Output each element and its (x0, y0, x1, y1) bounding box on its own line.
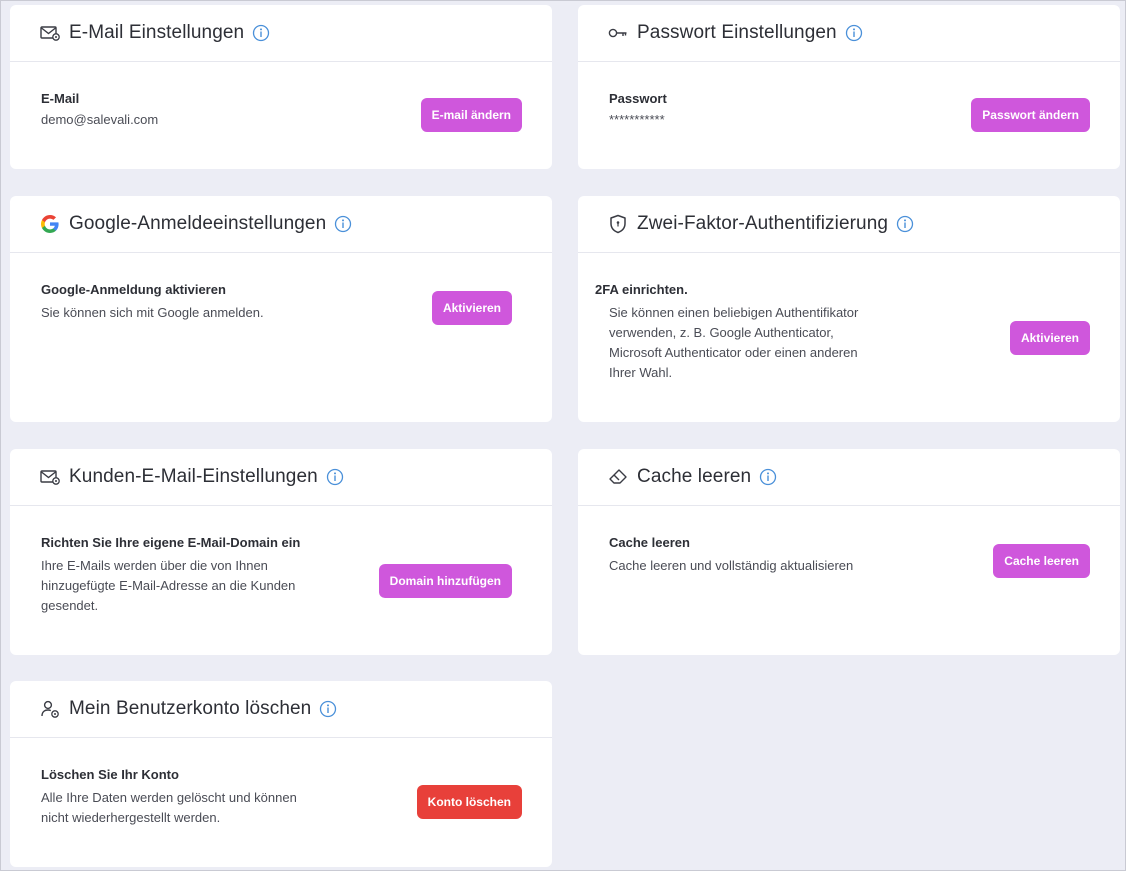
card-title: Mein Benutzerkonto löschen (69, 698, 312, 719)
user-gear-icon (39, 698, 61, 720)
activate-2fa-button[interactable]: Aktivieren (1009, 321, 1090, 355)
info-icon[interactable] (845, 24, 863, 42)
description-line: nicht wiederhergestellt werden. (41, 810, 221, 825)
clear-cache-button[interactable]: Cache leeren (993, 544, 1090, 578)
card-title: Cache leeren (637, 466, 752, 487)
delete-account-description: Alle Ihre Daten werden gelöscht und könn… (41, 788, 297, 828)
description-line: hinzugefügte E-Mail-Adresse an die Kunde… (41, 578, 296, 593)
description-line: Ihrer Wahl. (609, 365, 673, 380)
card-header: Passwort Einstellungen (578, 5, 1120, 62)
password-label: Passwort (609, 91, 667, 106)
info-icon[interactable] (326, 468, 344, 486)
description-line: Ihre E-Mails werden über die von Ihnen (41, 558, 268, 573)
eraser-icon (607, 466, 629, 488)
cache-card: Cache leeren Cache leeren Cache leeren u… (578, 449, 1120, 655)
card-header: Cache leeren (578, 449, 1120, 506)
card-header: Google-Anmeldeeinstellungen (10, 196, 552, 253)
two-factor-label: 2FA einrichten. (595, 282, 688, 297)
customer-email-card: Kunden-E-Mail-Einstellungen Richten Sie … (10, 449, 552, 655)
add-domain-button[interactable]: Domain hinzufügen (378, 564, 512, 598)
card-header: Zwei-Faktor-Authentifizierung (578, 196, 1120, 253)
info-icon[interactable] (334, 215, 352, 233)
email-label: E-Mail (41, 91, 80, 106)
delete-account-label: Löschen Sie Ihr Konto (41, 767, 179, 782)
info-icon[interactable] (759, 468, 777, 486)
email-value: demo@salevali.com (41, 112, 159, 127)
description-line: Microsoft Authenticator oder einen ander… (609, 345, 858, 360)
card-title: E-Mail Einstellungen (69, 22, 245, 43)
delete-account-button[interactable]: Konto löschen (416, 785, 522, 819)
cache-description: Cache leeren und vollständig aktualisier… (609, 558, 854, 573)
google-label: Google-Anmeldung aktivieren (41, 282, 226, 297)
delete-account-card: Mein Benutzerkonto löschen Löschen Sie I… (10, 681, 552, 867)
description-line: verwenden, z. B. Google Authenticator, (609, 325, 834, 340)
activate-google-button[interactable]: Aktivieren (431, 291, 512, 325)
change-password-button[interactable]: Passwort ändern (971, 98, 1090, 132)
customer-email-label: Richten Sie Ihre eigene E-Mail-Domain ei… (41, 535, 301, 550)
cache-label: Cache leeren (609, 535, 690, 550)
description-line: Sie können einen beliebigen Authentifika… (609, 305, 859, 320)
info-icon[interactable] (319, 700, 337, 718)
card-header: Kunden-E-Mail-Einstellungen (10, 449, 552, 506)
envelope-gear-icon (39, 466, 61, 488)
customer-email-description: Ihre E-Mails werden über die von Ihnen h… (41, 556, 295, 616)
card-header: E-Mail Einstellungen (10, 5, 552, 62)
email-settings-card: E-Mail Einstellungen E-Mail demo@saleval… (10, 5, 552, 169)
change-email-button[interactable]: E-mail ändern (420, 98, 522, 132)
card-header: Mein Benutzerkonto löschen (10, 681, 552, 738)
two-factor-card: Zwei-Faktor-Authentifizierung 2FA einric… (578, 196, 1120, 422)
info-icon[interactable] (252, 24, 270, 42)
card-title: Kunden-E-Mail-Einstellungen (69, 466, 318, 487)
shield-icon (607, 213, 629, 235)
google-settings-card: Google-Anmeldeeinstellungen Google-Anmel… (10, 196, 552, 422)
description-line: gesendet. (41, 598, 99, 613)
key-icon (607, 22, 629, 44)
password-value: *********** (609, 112, 665, 127)
card-title: Passwort Einstellungen (637, 22, 837, 43)
password-settings-card: Passwort Einstellungen Passwort ********… (578, 5, 1120, 169)
google-description: Sie können sich mit Google anmelden. (41, 305, 264, 320)
two-factor-description: Sie können einen beliebigen Authentifika… (609, 303, 858, 383)
description-line: Alle Ihre Daten werden gelöscht und könn… (41, 790, 297, 805)
info-icon[interactable] (896, 215, 914, 233)
google-logo-icon (39, 213, 61, 235)
card-title: Google-Anmeldeeinstellungen (69, 213, 327, 234)
card-title: Zwei-Faktor-Authentifizierung (637, 213, 889, 234)
envelope-gear-icon (39, 22, 61, 44)
